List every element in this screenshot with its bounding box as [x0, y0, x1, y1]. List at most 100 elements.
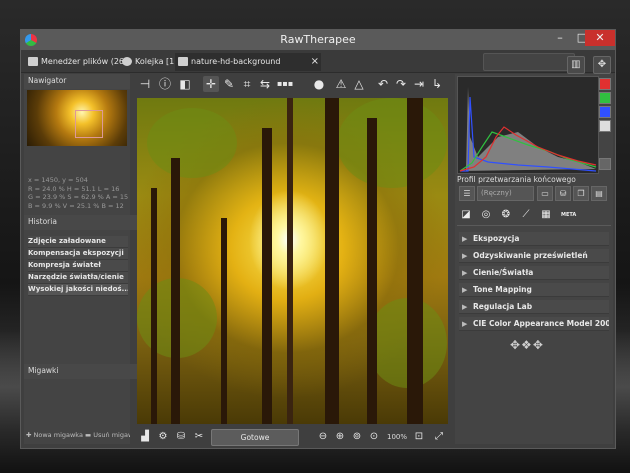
rawtherapee-window: RawTherapee – □ ✕ Menedżer plików (26) K…	[20, 29, 616, 449]
section-label: Odzyskiwanie prześwietleń	[473, 251, 588, 260]
add-snapshot-icon[interactable]: ✚	[26, 431, 31, 439]
editor-status-bar: ▟ ⚙ ⛁ ✂ Gotowe ⊖ ⊕ ⊚ ⊙ 100% ⊡ ⤢ ⊢	[135, 428, 451, 446]
title-bar: RawTherapee – □ ✕	[21, 30, 615, 50]
history-item[interactable]: Kompensacja ekspozycji	[28, 248, 128, 260]
right-panel: Profil przetwarzania końcowego ☰ (Ręczny…	[455, 74, 613, 444]
image-icon	[178, 57, 188, 66]
preferences-icon[interactable]: ✥	[593, 56, 611, 74]
rotate-left-icon[interactable]: ↶	[375, 76, 391, 92]
queue-icon[interactable]: ⚙	[155, 429, 171, 445]
tab-label: Kolejka [1]	[135, 57, 178, 66]
info-icon[interactable]: ⓘ	[157, 76, 173, 92]
straighten-icon[interactable]: ⇆	[257, 76, 273, 92]
nav-info-line: x = 1450, y = 504	[28, 176, 88, 184]
tree-trunk	[407, 98, 423, 424]
tree-trunk	[367, 118, 377, 424]
section-exposure[interactable]: ▶ Ekspozycja	[459, 232, 609, 246]
expand-arrow-icon: ▶	[462, 235, 468, 243]
navigator-thumbnail[interactable]	[27, 90, 127, 146]
snapshot-buttons: ✚ Nowa migawka ▬ Usuń migawkę	[26, 428, 130, 442]
profile-row: ☰ (Ręczny) ▭ ⛁ ❐ ▤	[457, 186, 611, 202]
histogram-luminance	[460, 87, 596, 171]
save-icon[interactable]: ⛁	[173, 429, 189, 445]
section-ciecam02[interactable]: ▶ CIE Color Appearance Model 2002	[459, 317, 609, 331]
exposure-tab-icon[interactable]: ◪	[459, 208, 473, 222]
tab-label: nature-hd-background	[191, 57, 281, 66]
copy-profile-icon[interactable]: ❐	[573, 186, 589, 201]
profile-select[interactable]: (Ręczny)	[477, 186, 534, 201]
fullscreen-icon[interactable]: ⤢	[431, 429, 447, 445]
blue-channel-toggle[interactable]	[599, 106, 611, 118]
rotate-right-icon[interactable]: ↷	[393, 76, 409, 92]
history-item-selected[interactable]: Wysokiej jakości niedoś...	[28, 284, 128, 296]
color-picker-icon[interactable]: ✎	[221, 76, 237, 92]
zoom-out-icon[interactable]: ⊖	[315, 429, 331, 445]
raw-tab-icon[interactable]: ▦	[539, 208, 553, 222]
warning-overexposure-icon[interactable]: ⚠	[333, 76, 349, 92]
profile-list-icon[interactable]: ☰	[459, 186, 475, 201]
remove-snapshot-icon[interactable]: ▬	[85, 431, 91, 439]
section-shadows-highlights[interactable]: ▶ Cienie/Światła	[459, 266, 609, 280]
main-image-preview[interactable]	[137, 98, 448, 424]
history-item[interactable]: Zdjęcie załadowane	[28, 236, 128, 248]
navigator-pixel-info: x = 1450, y = 504 R = 24.0 % H = 51.1 L …	[28, 176, 128, 210]
paste-profile-icon[interactable]: ▤	[591, 186, 607, 201]
section-highlight-recovery[interactable]: ▶ Odzyskiwanie prześwietleń	[459, 249, 609, 263]
green-channel-toggle[interactable]	[599, 92, 611, 104]
editor-toolbar: ⊣ ⓘ ◧ ✛ ✎ ⌗ ⇆ ▪▪▪ ● ⚠ △ ↶ ↷ ⇥ ↳	[135, 74, 451, 96]
status-progress-bar: Gotowe	[211, 429, 299, 446]
history-title: Historia	[24, 215, 138, 230]
navigator-title: Nawigator	[24, 74, 130, 89]
section-tone-mapping[interactable]: ▶ Tone Mapping	[459, 283, 609, 297]
histogram-mode-toggle[interactable]	[599, 158, 611, 170]
window-title: RawTherapee	[280, 33, 356, 46]
nav-info-line: B = 9.9 % V = 25.1 % B = 12	[28, 201, 124, 210]
navigator-view-box[interactable]	[75, 110, 103, 138]
open-folder-icon[interactable]: ▭	[537, 186, 553, 201]
remove-snapshot-label[interactable]: Usuń migawkę	[93, 431, 130, 439]
new-detail-window-icon[interactable]: ⊡	[411, 429, 427, 445]
tab-close-icon[interactable]: ×	[311, 53, 319, 71]
hand-tool-icon[interactable]: ⊣	[137, 76, 153, 92]
edit-external-icon[interactable]: ✂	[191, 429, 207, 445]
add-snapshot-label[interactable]: Nowa migawka	[34, 431, 83, 439]
snapshots-title: Migawki	[24, 364, 138, 379]
foliage-shape	[337, 98, 447, 188]
preview-icon[interactable]: ●	[311, 76, 327, 92]
details-tab-icon[interactable]: ◎	[479, 208, 493, 222]
history-item[interactable]: Narzędzie światła/cienie	[28, 272, 128, 284]
zoom-in-icon[interactable]: ⊕	[332, 429, 348, 445]
crop-icon[interactable]: ⌗	[239, 76, 255, 92]
crosshair-tool-icon[interactable]: ✛	[203, 76, 219, 92]
section-lab-adjustments[interactable]: ▶ Regulacja Lab	[459, 300, 609, 314]
color-tab-icon[interactable]: ❂	[499, 208, 513, 222]
save-profile-icon[interactable]: ⛁	[555, 186, 571, 201]
red-channel-toggle[interactable]	[599, 78, 611, 90]
color-channels-icon[interactable]: ▪▪▪	[277, 76, 293, 92]
metadata-tab-icon[interactable]: META	[561, 208, 576, 222]
expand-arrow-icon: ▶	[462, 320, 468, 328]
section-label: Tone Mapping	[473, 285, 532, 294]
tree-trunk	[171, 158, 180, 424]
before-after-icon[interactable]: ◧	[177, 76, 193, 92]
tab-editor-image[interactable]: nature-hd-background ×	[175, 53, 321, 71]
close-window-button[interactable]: ✕	[585, 30, 615, 46]
warning-underexposure-icon[interactable]: △	[351, 76, 367, 92]
zoom-level: 100%	[387, 433, 408, 441]
zoom-100-icon[interactable]: ⊙	[366, 429, 382, 445]
tab-bar: Menedżer plików (26) Kolejka [1] nature-…	[21, 50, 615, 74]
tab-file-browser[interactable]: Menedżer plików (26)	[25, 53, 133, 71]
nav-info-line: R = 24.0 % H = 51.1 L = 16	[28, 184, 120, 193]
section-label: CIE Color Appearance Model 2002	[473, 319, 609, 328]
toggle-left-panel-icon[interactable]: ▟	[137, 429, 153, 445]
expand-arrow-icon: ▶	[462, 286, 468, 294]
zoom-fit-icon[interactable]: ⊚	[349, 429, 365, 445]
luminance-toggle[interactable]	[599, 120, 611, 132]
section-label: Regulacja Lab	[473, 302, 533, 311]
history-item[interactable]: Kompresja świateł	[28, 260, 128, 272]
transform-tab-icon[interactable]: ⟋	[519, 208, 533, 222]
flip-horizontal-icon[interactable]: ⇥	[411, 76, 427, 92]
flip-vertical-icon[interactable]: ↳	[429, 76, 445, 92]
panel-toggle-icon[interactable]: ▥	[566, 56, 585, 74]
tab-label: Menedżer plików (26)	[41, 57, 128, 66]
